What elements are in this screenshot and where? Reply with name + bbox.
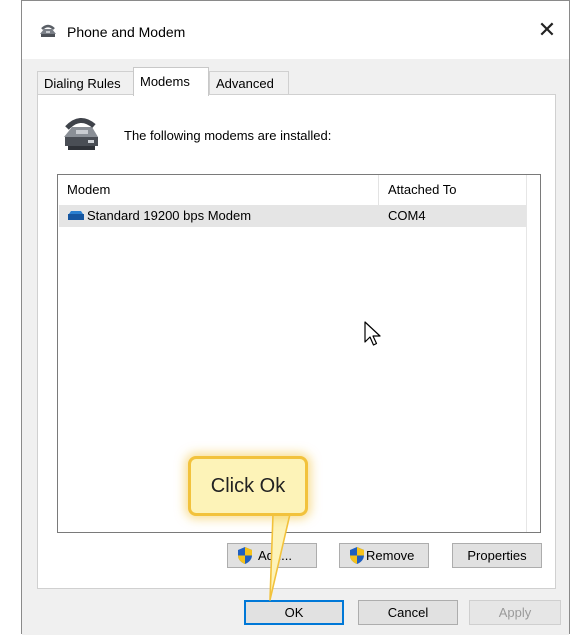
tab-modems[interactable]: Modems xyxy=(133,67,209,96)
properties-button[interactable]: Properties xyxy=(452,543,542,568)
callout-pointer xyxy=(269,514,291,601)
list-edge xyxy=(526,175,540,532)
list-item[interactable]: Standard 19200 bps Modem COM4 xyxy=(59,205,527,227)
modem-item-icon xyxy=(68,211,84,220)
phone-and-modem-dialog: Phone and Modem ✕ Dialing Rules Modems A… xyxy=(21,0,570,635)
modem-name-cell: Standard 19200 bps Modem xyxy=(87,208,252,223)
window-title: Phone and Modem xyxy=(67,24,186,40)
title-bar: Phone and Modem ✕ xyxy=(22,1,569,59)
dialog-client-area: Dialing Rules Modems Advanced The follow… xyxy=(22,59,569,635)
remove-button-label: Remove xyxy=(366,548,415,563)
uac-shield-icon xyxy=(350,547,364,564)
modem-device-icon xyxy=(64,118,98,150)
cancel-button[interactable]: Cancel xyxy=(358,600,458,625)
ok-button[interactable]: OK xyxy=(244,600,344,625)
callout-text: Click Ok xyxy=(210,475,286,497)
close-button[interactable]: ✕ xyxy=(534,17,560,43)
attached-to-cell: COM4 xyxy=(388,208,426,223)
phone-modem-icon xyxy=(40,24,56,37)
column-header-attached-to[interactable]: Attached To xyxy=(379,175,527,205)
remove-button[interactable]: Remove xyxy=(339,543,429,568)
intro-text: The following modems are installed: xyxy=(124,128,332,143)
tab-dialing-rules[interactable]: Dialing Rules xyxy=(37,71,135,94)
column-header-modem[interactable]: Modem xyxy=(58,175,379,205)
click-ok-callout: Click Ok xyxy=(188,456,308,516)
uac-shield-icon xyxy=(238,547,252,564)
mouse-pointer-icon xyxy=(364,321,381,346)
apply-button[interactable]: Apply xyxy=(469,600,561,625)
tab-advanced[interactable]: Advanced xyxy=(209,71,289,94)
